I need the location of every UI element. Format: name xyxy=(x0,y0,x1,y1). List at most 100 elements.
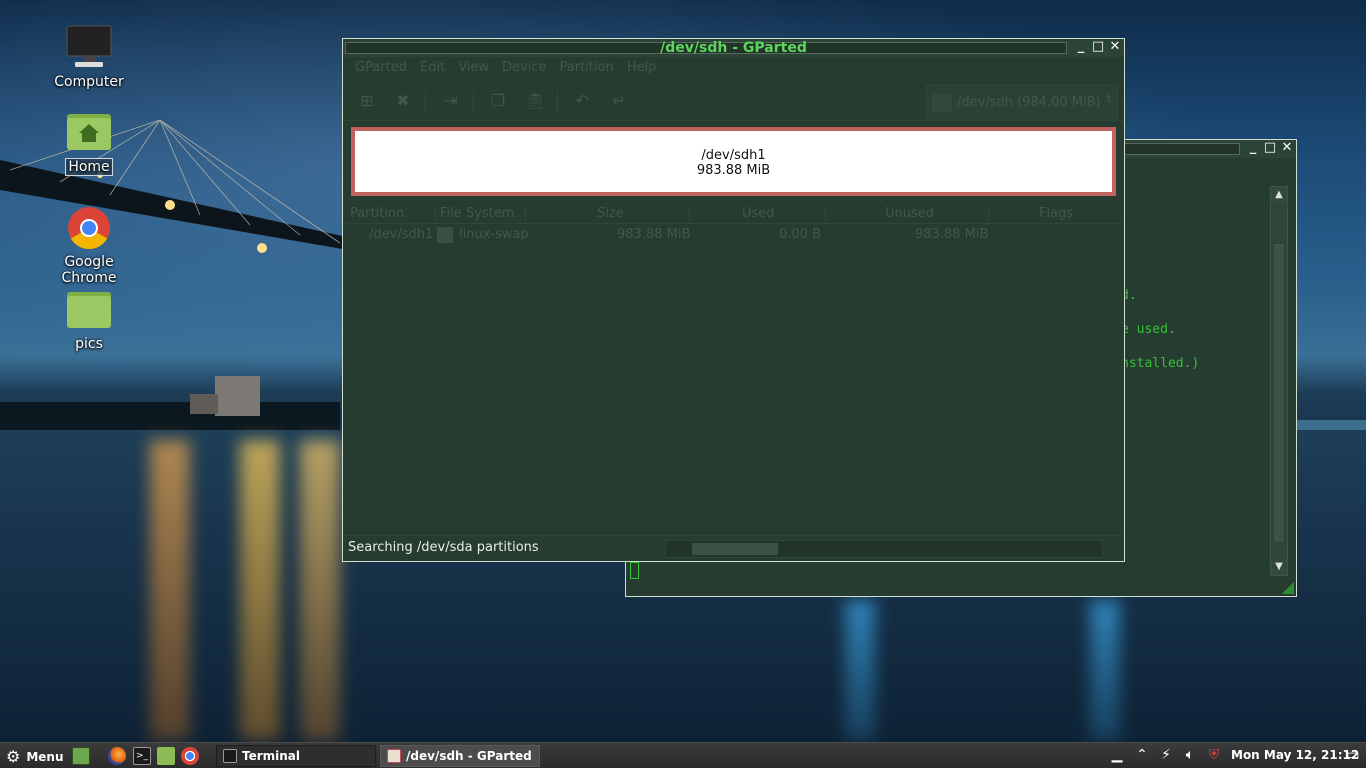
column-divider xyxy=(689,206,690,221)
partition-table: Partition File System Size Used Unused F… xyxy=(345,204,1122,534)
show-desktop-icon[interactable] xyxy=(72,747,90,765)
cell-used: 0.00 B xyxy=(779,227,821,242)
scroll-up-icon[interactable]: ▲ xyxy=(1271,187,1287,203)
desktop-icon-google-chrome[interactable]: Google Chrome xyxy=(34,204,144,286)
table-row[interactable]: /dev/sdh1 linux-swap 983.88 MiB 0.00 B 9… xyxy=(345,224,1122,246)
notifications-icon[interactable]: ▭ xyxy=(1344,747,1362,763)
maximize-button[interactable]: □ xyxy=(1263,141,1277,155)
close-button[interactable]: ✕ xyxy=(1108,40,1122,54)
wallpaper-reflection xyxy=(1090,600,1120,740)
gparted-icon xyxy=(387,749,401,763)
taskbar: ⚙ Menu >_ Terminal /dev/sdh - GParted ▁ … xyxy=(0,742,1366,768)
menu-help[interactable]: Help xyxy=(627,57,667,79)
resize-move-icon[interactable]: ⇥ xyxy=(441,91,461,111)
updown-icon: ⇕ xyxy=(1104,94,1113,105)
column-header-flags[interactable]: Flags xyxy=(1039,206,1073,221)
gear-icon: ⚙ xyxy=(6,747,21,766)
column-divider xyxy=(988,206,989,221)
scrollbar-thumb[interactable] xyxy=(1273,243,1285,543)
column-header-used[interactable]: Used xyxy=(742,206,775,221)
chrome-icon xyxy=(65,204,113,252)
desktop-icon-label: pics xyxy=(75,336,103,352)
maximize-button[interactable]: □ xyxy=(1091,40,1105,54)
minimize-button[interactable]: _ xyxy=(1246,141,1260,155)
window-title: /dev/sdh - GParted xyxy=(660,40,807,56)
gparted-window[interactable]: /dev/sdh - GParted _ □ ✕ GParted Edit Vi… xyxy=(342,38,1125,562)
apply-icon[interactable]: ↵ xyxy=(609,91,629,111)
window-controls: _ □ ✕ xyxy=(1246,141,1294,155)
clock[interactable]: Mon May 12, 21:12 xyxy=(1231,748,1359,762)
cell-unused: 983.88 MiB xyxy=(915,227,989,242)
undo-icon[interactable]: ↶ xyxy=(572,91,592,111)
new-partition-icon[interactable]: ⊞ xyxy=(357,91,377,111)
column-header-unused[interactable]: Unused xyxy=(885,206,934,221)
scroll-down-icon[interactable]: ▼ xyxy=(1271,559,1287,575)
desktop-icon-home[interactable]: Home xyxy=(34,108,144,176)
toolbar: ⊞ ✖ ⇥ ❐ 📋︎ ↶ ↵ /dev/sdh (984.00 MiB) ⇕ xyxy=(343,81,1124,121)
desktop-icon-pics[interactable]: pics xyxy=(34,286,144,352)
terminal-line: nstalled.) xyxy=(1121,356,1200,371)
column-header-filesystem[interactable]: File System xyxy=(440,206,514,221)
menu-edit[interactable]: Edit xyxy=(420,57,455,79)
menu-device[interactable]: Device xyxy=(502,57,556,79)
wallpaper-reflection xyxy=(845,600,875,740)
toolbar-separator xyxy=(425,91,426,113)
cell-partition: /dev/sdh1 xyxy=(369,227,434,242)
menu-view[interactable]: View xyxy=(458,57,499,79)
partition-map-name: /dev/sdh1 xyxy=(701,148,766,163)
firefox-icon[interactable] xyxy=(108,747,126,765)
menu-gparted[interactable]: GParted xyxy=(355,57,417,79)
column-divider xyxy=(825,206,826,221)
column-divider xyxy=(525,206,526,221)
task-terminal[interactable]: Terminal xyxy=(216,745,376,767)
monitor-icon xyxy=(65,24,113,72)
resize-grip-icon[interactable] xyxy=(1282,582,1294,594)
device-selector-label: /dev/sdh (984.00 MiB) xyxy=(957,94,1101,110)
desktop-icon-label: Computer xyxy=(54,74,124,90)
files-launcher-icon[interactable] xyxy=(157,747,175,765)
chrome-launcher-icon[interactable] xyxy=(181,747,199,765)
terminal-launcher-icon[interactable]: >_ xyxy=(133,747,151,765)
menu-partition[interactable]: Partition xyxy=(560,57,624,79)
chevron-up-icon[interactable]: ⌃ xyxy=(1133,747,1151,763)
wallpaper-reflection xyxy=(150,440,190,740)
task-label: Terminal xyxy=(242,749,301,763)
window-controls: _ □ ✕ xyxy=(1074,40,1122,54)
terminal-scrollbar[interactable]: ▲ ▼ xyxy=(1270,186,1288,576)
toolbar-separator xyxy=(473,91,474,113)
window-list-icon[interactable]: ▁ xyxy=(1108,747,1126,763)
toolbar-separator xyxy=(557,91,558,113)
terminal-icon xyxy=(223,749,237,763)
home-folder-icon xyxy=(65,108,113,156)
copy-icon[interactable]: ❐ xyxy=(488,91,508,111)
update-shield-icon[interactable]: ⛨ xyxy=(1205,747,1223,763)
column-divider xyxy=(435,206,436,221)
cell-size: 983.88 MiB xyxy=(617,227,691,242)
status-text: Searching /dev/sda partitions xyxy=(348,540,539,555)
progress-bar xyxy=(665,540,1103,558)
desktop-icon-computer[interactable]: Computer xyxy=(34,24,144,90)
task-gparted[interactable]: /dev/sdh - GParted xyxy=(380,745,540,767)
start-menu-label: Menu xyxy=(26,749,64,764)
wallpaper-reflection xyxy=(240,440,280,740)
gparted-titlebar[interactable]: /dev/sdh - GParted _ □ ✕ xyxy=(343,39,1124,57)
delete-partition-icon[interactable]: ✖ xyxy=(393,91,413,111)
device-selector[interactable]: /dev/sdh (984.00 MiB) ⇕ xyxy=(926,85,1118,119)
terminal-line: e used. xyxy=(1121,322,1176,337)
column-header-partition[interactable]: Partition xyxy=(350,206,404,221)
column-header-size[interactable]: Size xyxy=(597,206,624,221)
partition-map-size: 983.88 MiB xyxy=(696,163,771,178)
close-button[interactable]: ✕ xyxy=(1280,141,1294,155)
task-label: /dev/sdh - GParted xyxy=(406,749,532,763)
progress-fill xyxy=(692,543,778,555)
titlebar-grip xyxy=(1124,143,1240,155)
minimize-button[interactable]: _ xyxy=(1074,40,1088,54)
network-icon[interactable]: ⚡ xyxy=(1157,747,1175,763)
disk-icon xyxy=(932,94,952,112)
desktop-icon-label: Google Chrome xyxy=(61,254,117,286)
menubar: GParted Edit View Device Partition Help xyxy=(343,57,1124,79)
paste-icon[interactable]: 📋︎ xyxy=(525,91,545,111)
volume-icon[interactable]: 🔈︎ xyxy=(1181,747,1199,763)
start-menu-button[interactable]: ⚙ Menu xyxy=(6,747,64,766)
partition-map[interactable]: /dev/sdh1 983.88 MiB xyxy=(351,127,1116,196)
